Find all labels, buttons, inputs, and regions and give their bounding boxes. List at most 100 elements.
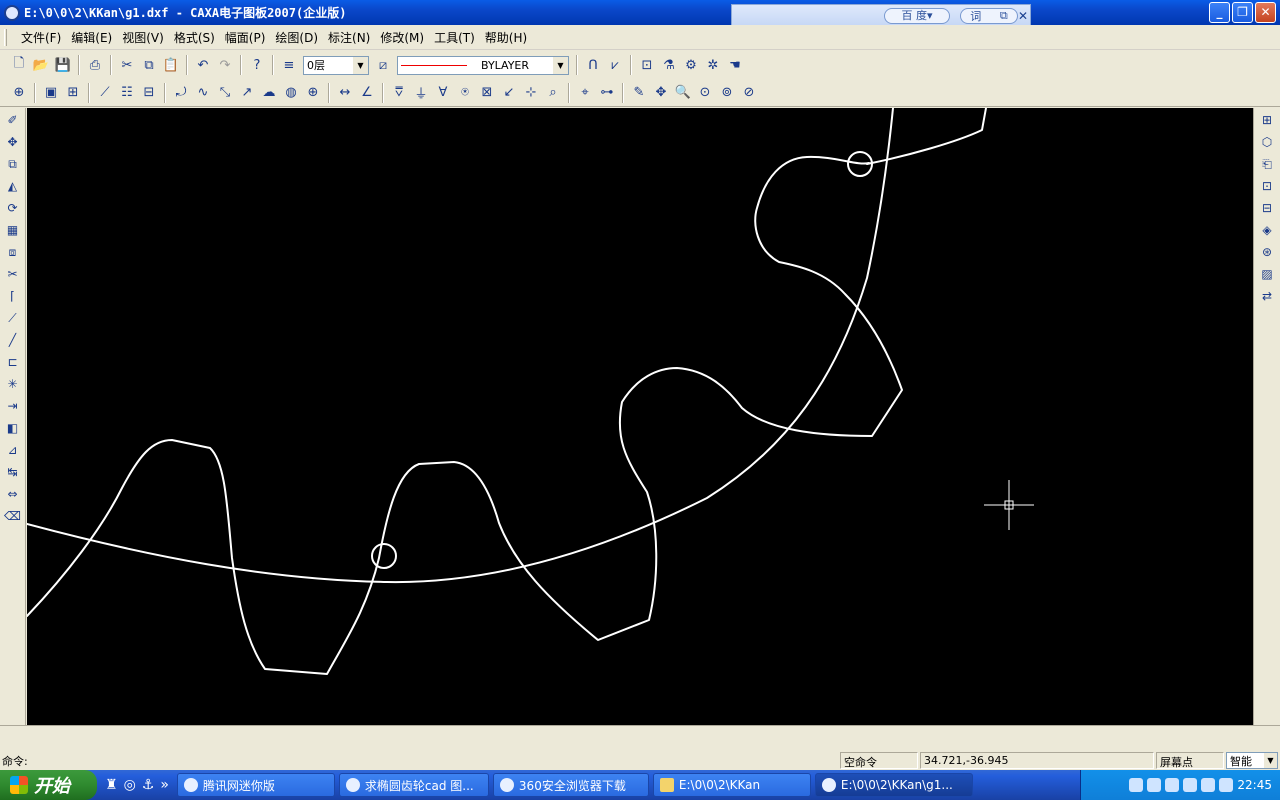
query-icon[interactable]: ⌖ [575, 83, 595, 103]
tray-arrow-icon[interactable] [1129, 778, 1144, 792]
hatch-icon[interactable]: ◍ [281, 83, 301, 103]
menu-dimension[interactable]: 标注(N) [323, 29, 375, 46]
start-button[interactable]: 开始 [0, 770, 97, 800]
dictionary-button[interactable]: 词 [970, 8, 981, 24]
zoom-extents-icon[interactable]: ⊚ [717, 83, 737, 103]
snap-point-icon[interactable]: ᑎ [583, 55, 603, 75]
grid-icon[interactable]: ⊞ [1257, 110, 1277, 130]
dim-edit-icon[interactable]: ↹ [3, 462, 23, 482]
cloud-icon[interactable]: ☁ [259, 83, 279, 103]
menubar-grip[interactable] [4, 29, 7, 46]
properties-icon[interactable]: ⊡ [637, 55, 657, 75]
array-icon[interactable]: ▦ [3, 220, 23, 240]
copy-object-icon[interactable]: ⧉ [3, 154, 23, 174]
zoom-window-icon[interactable]: ⊙ [695, 83, 715, 103]
chevron-down-icon[interactable]: ▼ [353, 56, 368, 74]
baidu-close-icon[interactable]: ✕ [1018, 8, 1030, 24]
network-icon[interactable] [1165, 778, 1180, 792]
task-ellipse-gear[interactable]: 求椭圆齿轮cad 图... [338, 773, 489, 797]
insert-block-icon[interactable]: ⎗ [1257, 154, 1277, 174]
section-icon[interactable]: ⊹ [521, 83, 541, 103]
align-icon[interactable]: ⇥ [3, 396, 23, 416]
pattern-icon[interactable]: ▨ [1257, 264, 1277, 284]
center-mark-icon[interactable]: ⊕ [303, 83, 323, 103]
menu-format[interactable]: 格式(S) [169, 29, 220, 46]
3d-view-icon[interactable]: ⬡ [1257, 132, 1277, 152]
menu-modify[interactable]: 修改(M) [375, 29, 429, 46]
quick-launch-app-icon[interactable]: ♜ [105, 777, 118, 793]
frame-icon[interactable]: ▣ [41, 83, 61, 103]
text-box-icon[interactable]: ⊠ [477, 83, 497, 103]
save-icon[interactable]: 💾 [53, 55, 73, 75]
redraw-icon[interactable]: ✎ [629, 83, 649, 103]
quick-launch-anchor-icon[interactable]: ⚓ [142, 777, 155, 793]
snap-mode-select[interactable]: 智能 ▼ [1226, 752, 1278, 769]
drawing-canvas[interactable] [27, 108, 1253, 725]
menu-draw[interactable]: 绘图(D) [270, 29, 323, 46]
scale-icon[interactable]: ⧈ [3, 242, 23, 262]
copy-icon[interactable]: ⧉ [139, 55, 159, 75]
linetype-select[interactable]: BYLAYER ▼ [397, 55, 569, 75]
measure-icon[interactable]: ⊶ [597, 83, 617, 103]
zoom-realtime-icon[interactable]: 🔍 [673, 83, 693, 103]
menu-edit[interactable]: 编辑(E) [66, 29, 117, 46]
copy-icon[interactable]: ⧉ [1000, 9, 1008, 23]
menu-tools[interactable]: 工具(T) [429, 29, 480, 46]
sheet-icon[interactable]: ⊕ [9, 83, 29, 103]
task-360-browser[interactable]: 360安全浏览器下载 [492, 773, 649, 797]
match-properties-icon[interactable]: ⚗ [659, 55, 679, 75]
rotate-icon[interactable]: ⟳ [3, 198, 23, 218]
settings-icon[interactable]: ⚙ [681, 55, 701, 75]
qq-icon[interactable] [1147, 778, 1162, 792]
parts-edit-icon[interactable]: ⊟ [139, 83, 159, 103]
spline-icon[interactable]: ∿ [193, 83, 213, 103]
break-icon[interactable]: ╱ [3, 330, 23, 350]
stretch-icon[interactable]: ⊏ [3, 352, 23, 372]
line-icon[interactable]: ⤡ [215, 83, 235, 103]
quick-launch-browser-icon[interactable]: ◎ [124, 777, 136, 793]
paste-icon[interactable]: 📋 [161, 55, 181, 75]
command-area[interactable] [0, 725, 1280, 751]
mirror-icon[interactable]: ◭ [3, 176, 23, 196]
undo-icon[interactable]: ↶ [193, 55, 213, 75]
dimension-icon[interactable]: ↔ [335, 83, 355, 103]
leader-icon[interactable]: ↙ [499, 83, 519, 103]
image-icon[interactable]: ⊡ [1257, 176, 1277, 196]
layer-manager-icon[interactable]: ≡ [279, 55, 299, 75]
polyline-icon[interactable]: ⤾ [171, 83, 191, 103]
roughness-icon[interactable]: ⩢ [389, 83, 409, 103]
minimize-button[interactable]: _ [1209, 2, 1230, 23]
clock[interactable]: 22:45 [1237, 778, 1272, 792]
volume-icon[interactable] [1183, 778, 1198, 792]
balloon-icon[interactable]: ⟋ [95, 83, 115, 103]
zoom-previous-icon[interactable]: ⊘ [739, 83, 759, 103]
maximize-button[interactable]: ❐ [1232, 2, 1253, 23]
menu-view[interactable]: 视图(V) [117, 29, 169, 46]
library-icon[interactable]: ⊟ [1257, 198, 1277, 218]
redo-icon[interactable]: ↷ [215, 55, 235, 75]
block-icon[interactable]: ◧ [3, 418, 23, 438]
linetype-icon[interactable]: ⧄ [373, 55, 393, 75]
baidu-search-button[interactable]: 百 度▾ [884, 8, 950, 24]
print-icon[interactable]: ⎙ [85, 55, 105, 75]
chevron-down-icon[interactable]: ▼ [1264, 753, 1277, 768]
chevron-down-icon[interactable]: ▼ [553, 56, 568, 74]
trim-icon[interactable]: ✂ [3, 264, 23, 284]
snap-settings-icon[interactable]: ⩗ [605, 55, 625, 75]
hatch-edit-icon[interactable]: ⊿ [3, 440, 23, 460]
signal-icon[interactable] [1219, 778, 1234, 792]
quick-launch-more-icon[interactable]: » [160, 777, 169, 793]
angle-dim-icon[interactable]: ∠ [357, 83, 377, 103]
pan-icon[interactable]: ✥ [651, 83, 671, 103]
parts-list-icon[interactable]: ☷ [117, 83, 137, 103]
title-block-icon[interactable]: ⊞ [63, 83, 83, 103]
fillet-icon[interactable]: ⌈ [3, 286, 23, 306]
caxa-app-icon[interactable] [4, 4, 20, 21]
hand-icon[interactable]: ☚ [725, 55, 745, 75]
open-folder-icon[interactable]: 📂 [31, 55, 51, 75]
new-file-icon[interactable]: 🗋 [9, 55, 29, 75]
security-icon[interactable] [1201, 778, 1216, 792]
cut-icon[interactable]: ✂ [117, 55, 137, 75]
task-qq-mini[interactable]: 腾讯网迷你版 [176, 773, 335, 797]
extend-icon[interactable]: ⟋ [3, 308, 23, 328]
